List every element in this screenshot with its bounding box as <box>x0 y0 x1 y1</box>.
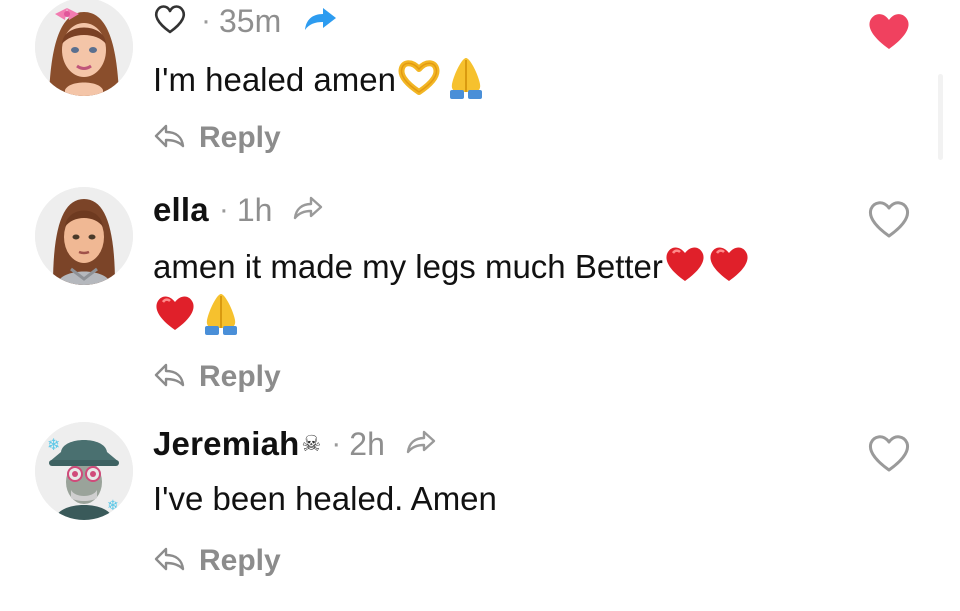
svg-text:❄: ❄ <box>47 435 60 454</box>
red-heart-emoji-icon <box>663 244 707 295</box>
reply-label: Reply <box>199 360 281 393</box>
reply-button[interactable]: Reply <box>153 541 281 581</box>
heart-hands-emoji-icon <box>396 58 442 107</box>
folded-hands-emoji-icon <box>197 290 245 347</box>
timestamp: 1h <box>236 191 273 228</box>
heart-filled-icon <box>869 14 909 49</box>
girl-avatar-icon <box>35 0 133 96</box>
avatar[interactable] <box>35 187 133 285</box>
reply-icon <box>153 546 185 577</box>
separator-dot: · <box>201 4 211 37</box>
reply-label: Reply <box>199 121 281 154</box>
share-outline-icon[interactable] <box>292 195 324 226</box>
username[interactable]: ella <box>153 191 209 229</box>
comment-text-line2 <box>153 290 245 347</box>
girl-avatar-icon <box>35 187 133 285</box>
comment-text: I've been healed. Amen <box>153 477 497 521</box>
separator-dot: · <box>218 193 229 226</box>
comment-text: I'm healed amen <box>153 54 490 111</box>
separator-dot: · <box>331 427 342 460</box>
scrollbar[interactable] <box>938 74 943 160</box>
avatar[interactable] <box>35 0 133 96</box>
comment-body: I've been healed. Amen <box>153 480 497 517</box>
bucket-hat-avatar-icon: ❄ ❄ <box>35 422 133 520</box>
comment-body: I'm healed amen <box>153 61 396 99</box>
folded-hands-emoji-icon <box>442 54 490 111</box>
reply-icon <box>153 362 185 393</box>
svg-text:❄: ❄ <box>107 498 119 514</box>
heart-outline-icon <box>869 435 909 472</box>
red-heart-emoji-icon <box>707 244 751 295</box>
red-heart-emoji-icon <box>153 293 197 344</box>
reply-label: Reply <box>199 544 281 577</box>
timestamp: 35m <box>219 2 282 39</box>
like-button[interactable] <box>866 432 912 474</box>
comment-body: amen it made my legs much Better <box>153 248 663 286</box>
reply-button[interactable]: Reply <box>153 357 281 397</box>
like-button-filled[interactable] <box>866 10 912 52</box>
timestamp: 2h <box>349 425 385 462</box>
username[interactable]: Jeremiah <box>153 425 300 463</box>
comment-meta: Jeremiah ☠ · 2h <box>153 424 437 464</box>
reply-button[interactable]: Reply <box>153 118 281 158</box>
share-outline-icon[interactable] <box>405 429 437 460</box>
comment-meta: · 35m <box>153 1 337 41</box>
skull-crossbones-icon: ☠ <box>301 431 322 456</box>
heart-outline-icon[interactable] <box>153 3 187 40</box>
like-button[interactable] <box>866 198 912 240</box>
comment-text: amen it made my legs much Better <box>153 244 751 295</box>
avatar[interactable]: ❄ ❄ <box>35 422 133 520</box>
heart-outline-icon <box>869 201 909 238</box>
reply-icon <box>153 123 185 154</box>
comment-meta: ella · 1h <box>153 190 324 230</box>
share-filled-icon[interactable] <box>303 6 337 37</box>
